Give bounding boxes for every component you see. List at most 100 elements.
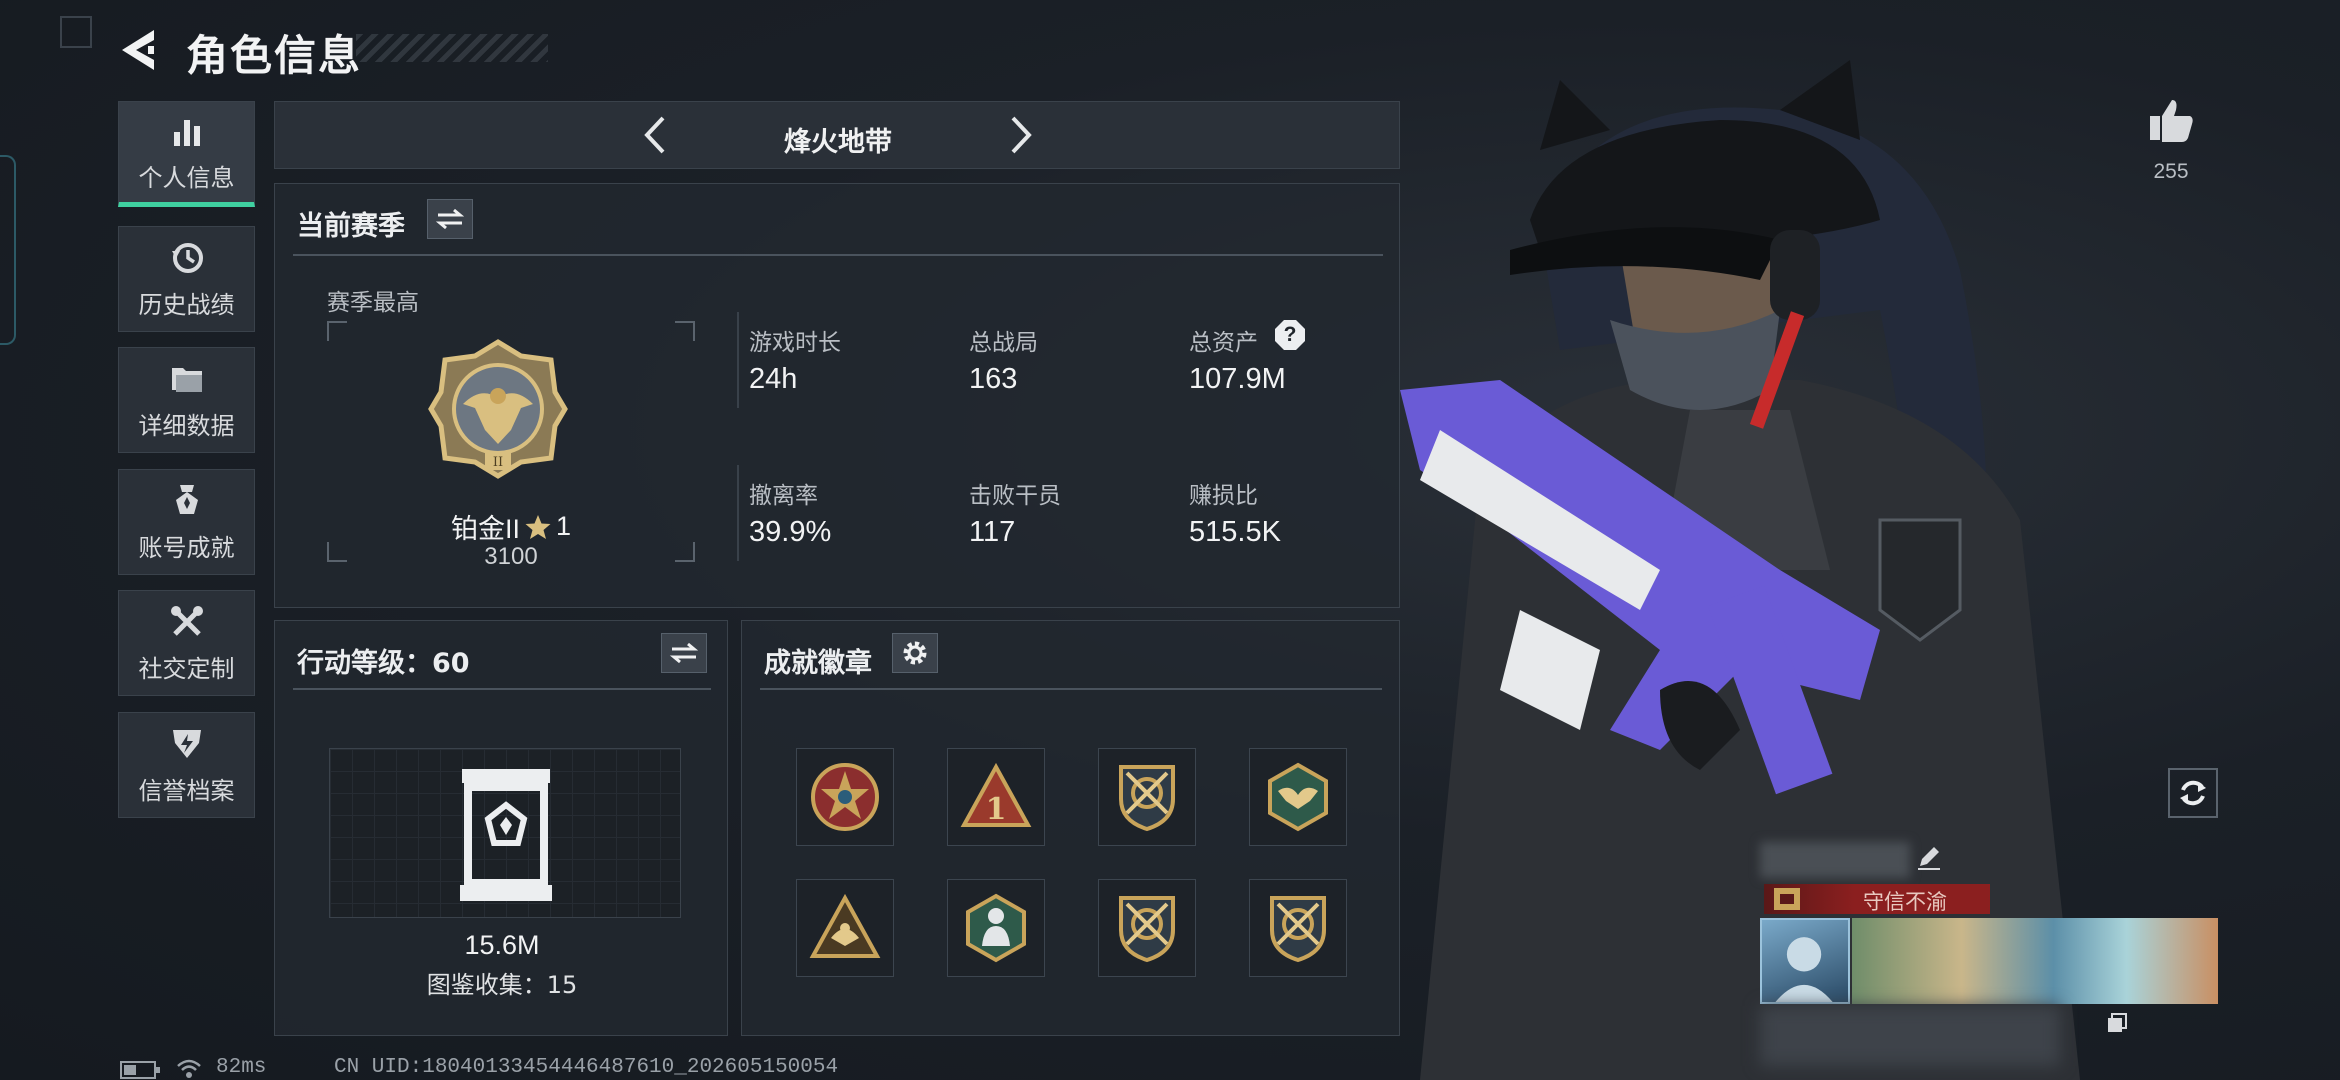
svg-text:II: II — [493, 455, 503, 470]
crossed-arrows-shield-icon — [1119, 896, 1175, 963]
back-button[interactable] — [118, 26, 168, 74]
stat-value: 39.9% — [749, 516, 832, 548]
triangle-one-badge-icon: 1 — [960, 762, 1032, 827]
achievement-badge[interactable] — [796, 748, 894, 846]
refresh-icon — [2180, 780, 2206, 806]
frame-corner — [327, 321, 347, 341]
nav-item-reputation[interactable]: 信誉档案 — [118, 712, 255, 818]
help-icon[interactable]: ? — [1275, 320, 1305, 350]
achievement-badge[interactable] — [796, 879, 894, 977]
like-button[interactable] — [2146, 96, 2196, 146]
rank-stars: 1 — [555, 511, 572, 541]
nav-label: 社交定制 — [138, 654, 235, 683]
collection-display[interactable] — [329, 748, 681, 918]
stat-value: 117 — [969, 516, 1016, 548]
tag-emblem-icon — [1774, 888, 1800, 910]
chevron-right-icon — [1011, 116, 1032, 154]
hex-figure-badge-icon — [966, 893, 1026, 963]
history-clock-icon — [171, 242, 203, 273]
battery-icon — [120, 1061, 160, 1079]
star-badge-icon — [811, 763, 879, 831]
shield-bolt-icon — [172, 729, 201, 758]
season-switch-button[interactable] — [427, 199, 473, 239]
stat-label: 总资产 — [1189, 330, 1258, 356]
achievement-badge[interactable] — [1249, 748, 1347, 846]
mode-label: 烽火地带 — [784, 127, 892, 158]
action-level-value: 15.6M — [464, 930, 540, 960]
star-icon — [525, 514, 551, 539]
nav-item-history[interactable]: 历史战绩 — [118, 226, 255, 332]
nav-label: 历史战绩 — [138, 290, 235, 319]
wifi-icon — [177, 1059, 201, 1078]
achievements-title: 成就徽章 — [764, 648, 872, 679]
player-name-blurred — [1760, 842, 1910, 878]
stat-value: 24h — [749, 363, 798, 395]
achievements-panel: 成就徽章 1 — [741, 620, 1400, 1036]
divider — [760, 688, 1382, 690]
title-decoration — [356, 34, 548, 62]
nav-label: 账号成就 — [138, 533, 235, 562]
mode-selector: 烽火地带 — [274, 101, 1400, 169]
ping-value: 82ms — [216, 1056, 267, 1079]
rank-points: 3100 — [484, 543, 538, 570]
copy-button[interactable] — [2106, 1012, 2128, 1034]
season-best-label: 赛季最高 — [327, 290, 419, 316]
rank-name: 铂金II — [450, 514, 520, 544]
gear-icon — [903, 641, 927, 665]
side-drawer-handle[interactable] — [0, 155, 16, 345]
stat-label: 撤离率 — [749, 483, 818, 509]
collection-case-icon — [460, 769, 552, 901]
stat-value: 515.5K — [1189, 516, 1281, 548]
bar-chart-icon — [173, 119, 200, 146]
back-arrow-icon — [122, 30, 154, 70]
stat-value: 163 — [969, 363, 1018, 395]
blurred-info — [1760, 1006, 2060, 1066]
season-title: 当前赛季 — [297, 211, 405, 242]
corner-decoration — [60, 16, 92, 48]
like-count: 255 — [2153, 160, 2189, 183]
folder-icon — [171, 367, 202, 392]
achievement-badge[interactable] — [1249, 879, 1347, 977]
stat-label: 游戏时长 — [749, 330, 841, 356]
action-level-switch-button[interactable] — [661, 633, 707, 673]
page-title: 角色信息 — [186, 31, 363, 80]
achievement-badge[interactable] — [947, 879, 1045, 977]
player-tag: 守信不渝 — [1863, 891, 1947, 914]
svg-text:1: 1 — [986, 792, 1007, 827]
edit-name-button[interactable] — [1914, 842, 1944, 872]
stat-label: 总战局 — [969, 330, 1038, 356]
nav-label: 详细数据 — [138, 411, 235, 440]
achievement-badge[interactable] — [1098, 748, 1196, 846]
name-card-banner[interactable] — [1852, 918, 2218, 1004]
frame-corner — [675, 321, 695, 341]
avatar-portrait — [1775, 937, 1833, 1002]
copy-icon — [2108, 1013, 2127, 1032]
swap-icon — [435, 208, 465, 230]
stat-separator — [737, 465, 739, 561]
rotate-view-button[interactable] — [2168, 768, 2218, 818]
achievement-badge[interactable]: 1 — [947, 748, 1045, 846]
divider — [293, 688, 711, 690]
winged-hex-badge-icon — [1268, 762, 1328, 832]
collection-count: 图鉴收集：15 — [426, 971, 578, 999]
stat-label: 击败干员 — [969, 483, 1061, 509]
mode-next-button[interactable] — [995, 112, 1041, 158]
action-level-panel: 行动等级：60 15.6M 图鉴收集：15 — [274, 620, 728, 1036]
thumbs-up-icon — [2150, 100, 2193, 142]
badge-settings-button[interactable] — [892, 633, 938, 673]
tools-icon — [170, 605, 203, 636]
rank-name-row: 铂金II 1 — [327, 507, 695, 546]
achievement-badge[interactable] — [1098, 879, 1196, 977]
nav-item-achievements[interactable]: 账号成就 — [118, 469, 255, 575]
nav-item-details[interactable]: 详细数据 — [118, 347, 255, 453]
nav-item-social[interactable]: 社交定制 — [118, 590, 255, 696]
stat-value: 107.9M — [1189, 363, 1286, 395]
avatar[interactable] — [1760, 918, 1850, 1004]
nav-label: 信誉档案 — [138, 776, 235, 805]
crossed-arrows-shield-icon — [1119, 765, 1175, 832]
action-level-title: 行动等级：60 — [297, 648, 470, 679]
nav-label: 个人信息 — [138, 163, 235, 192]
rank-platinum-emblem: II — [428, 339, 568, 479]
triangle-eagle-badge-icon — [809, 893, 881, 958]
nav-item-personal-info[interactable]: 个人信息 — [118, 101, 255, 207]
